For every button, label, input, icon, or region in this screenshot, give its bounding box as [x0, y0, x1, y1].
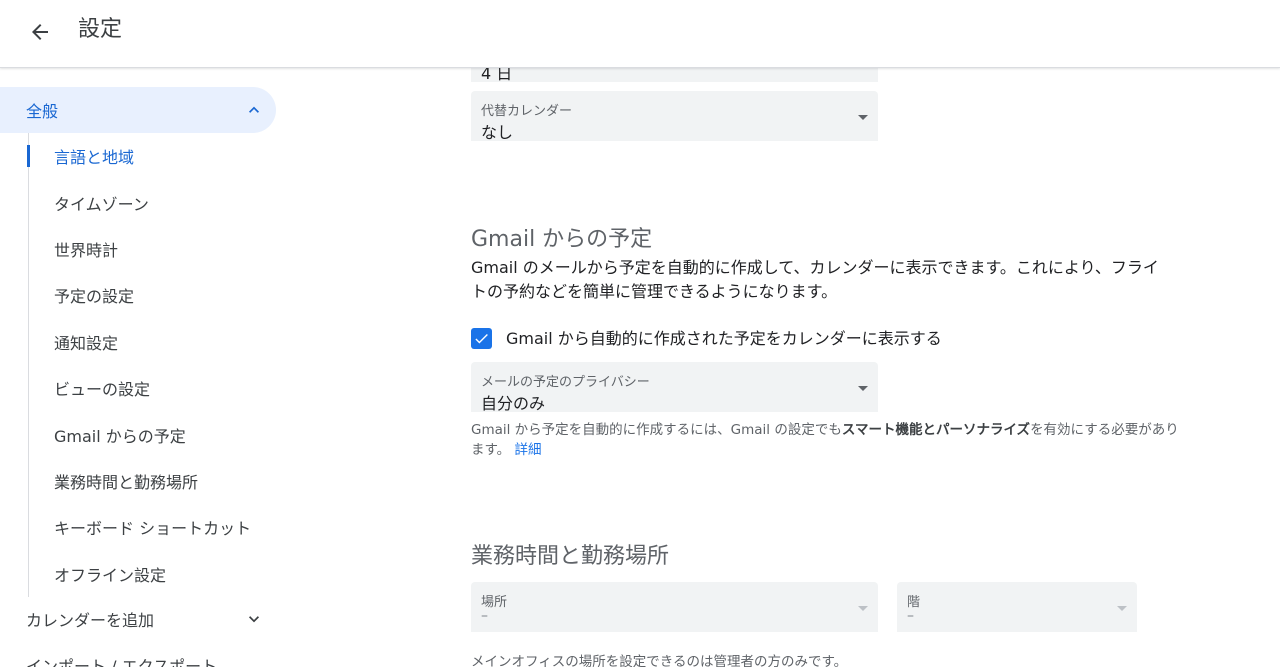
- sidebar-item-label: 業務時間と勤務場所: [54, 472, 199, 492]
- sidebar-item-gmail-events[interactable]: Gmail からの予定: [29, 411, 278, 457]
- sidebar-item-label: 言語と地域: [54, 148, 135, 168]
- sidebar-item-keyboard-shortcuts[interactable]: キーボード ショートカット: [29, 504, 278, 550]
- app-header: 設定: [0, 0, 1280, 68]
- settings-sidebar: 全般 言語と地域 タイムゾーン 世界時計 予定の設定 通知設定 ビューの設定 G…: [0, 69, 290, 667]
- back-button[interactable]: [22, 14, 58, 50]
- chevron-up-icon: [249, 106, 259, 113]
- sidebar-item-working-hours[interactable]: 業務時間と勤務場所: [29, 458, 278, 504]
- hint-text: Gmail から予定を自動的に作成するには、Gmail の設定でも: [471, 422, 842, 438]
- dropdown-arrow-icon: [858, 606, 868, 611]
- select-value: –: [481, 608, 488, 624]
- privacy-select[interactable]: メールの予定のプライバシー 自分のみ: [471, 362, 878, 413]
- sidebar-group-label: カレンダーを追加: [26, 611, 155, 630]
- gmail-events-checkbox[interactable]: [471, 328, 492, 349]
- sidebar-item-label: オフライン設定: [54, 565, 167, 585]
- section-title-gmail: Gmail からの予定: [471, 227, 653, 252]
- arrow-back-icon: [32, 24, 48, 40]
- dropdown-arrow-icon: [1117, 606, 1127, 611]
- section-title-working-hours: 業務時間と勤務場所: [471, 544, 670, 569]
- dropdown-arrow-icon: [858, 386, 868, 391]
- sidebar-item-label: 世界時計: [54, 240, 119, 260]
- general-sub-list: 言語と地域 タイムゾーン 世界時計 予定の設定 通知設定 ビューの設定 Gmai…: [27, 133, 278, 597]
- sidebar-group-general[interactable]: 全般: [0, 87, 276, 133]
- sidebar-item-label: キーボード ショートカット: [54, 519, 252, 539]
- sidebar-item-label: Gmail からの予定: [54, 426, 186, 446]
- sidebar-item-timezone[interactable]: タイムゾーン: [29, 179, 278, 225]
- sidebar-item-world-clock[interactable]: 世界時計: [29, 226, 278, 272]
- chevron-down-icon: [249, 616, 259, 623]
- sidebar-item-notifications[interactable]: 通知設定: [29, 319, 278, 365]
- location-select[interactable]: 場所 –: [471, 582, 878, 632]
- sidebar-group-import-export[interactable]: インポート / エクスポート: [0, 642, 276, 667]
- gmail-description: Gmail のメールから予定を自動的に作成して、カレンダーに表示できます。これに…: [471, 258, 1159, 301]
- dropdown-arrow-icon: [858, 115, 868, 120]
- sidebar-item-event-settings[interactable]: 予定の設定: [29, 272, 278, 318]
- learn-more-link[interactable]: 詳細: [514, 442, 541, 458]
- select-label: メールの予定のプライバシー: [481, 375, 650, 390]
- office-note: メインオフィスの場所を設定できるのは管理者の方のみです。: [471, 654, 848, 667]
- sidebar-group-label: 全般: [26, 102, 59, 121]
- sidebar-item-label: 予定の設定: [54, 287, 135, 307]
- gmail-events-checkbox-label[interactable]: Gmail から自動的に作成された予定をカレンダーに表示する: [506, 328, 942, 350]
- sidebar-group-add-calendar[interactable]: カレンダーを追加: [0, 596, 276, 642]
- sidebar-item-language-region[interactable]: 言語と地域: [27, 133, 278, 179]
- page-title: 設定: [78, 17, 123, 42]
- sidebar-item-label: ビューの設定: [54, 380, 151, 400]
- floor-select[interactable]: 階 –: [897, 582, 1137, 632]
- select-value: なし: [481, 123, 514, 142]
- hint-bold-text: スマート機能とパーソナライズ: [841, 422, 1031, 438]
- sidebar-item-label: タイムゾーン: [54, 194, 149, 214]
- select-value: 自分のみ: [481, 394, 546, 413]
- sidebar-item-view-settings[interactable]: ビューの設定: [29, 365, 278, 411]
- alt-calendar-select[interactable]: 代替カレンダー なし: [471, 91, 878, 142]
- select-value: –: [907, 608, 914, 624]
- sidebar-item-offline[interactable]: オフライン設定: [29, 551, 278, 597]
- sidebar-group-label: インポート / エクスポート: [26, 657, 218, 667]
- checkmark-icon: [475, 333, 488, 344]
- select-label: 代替カレンダー: [481, 104, 573, 119]
- gmail-hint-text: Gmail から予定を自動的に作成するには、Gmail の設定でもスマート機能と…: [471, 420, 1181, 460]
- sidebar-item-label: 通知設定: [54, 333, 119, 353]
